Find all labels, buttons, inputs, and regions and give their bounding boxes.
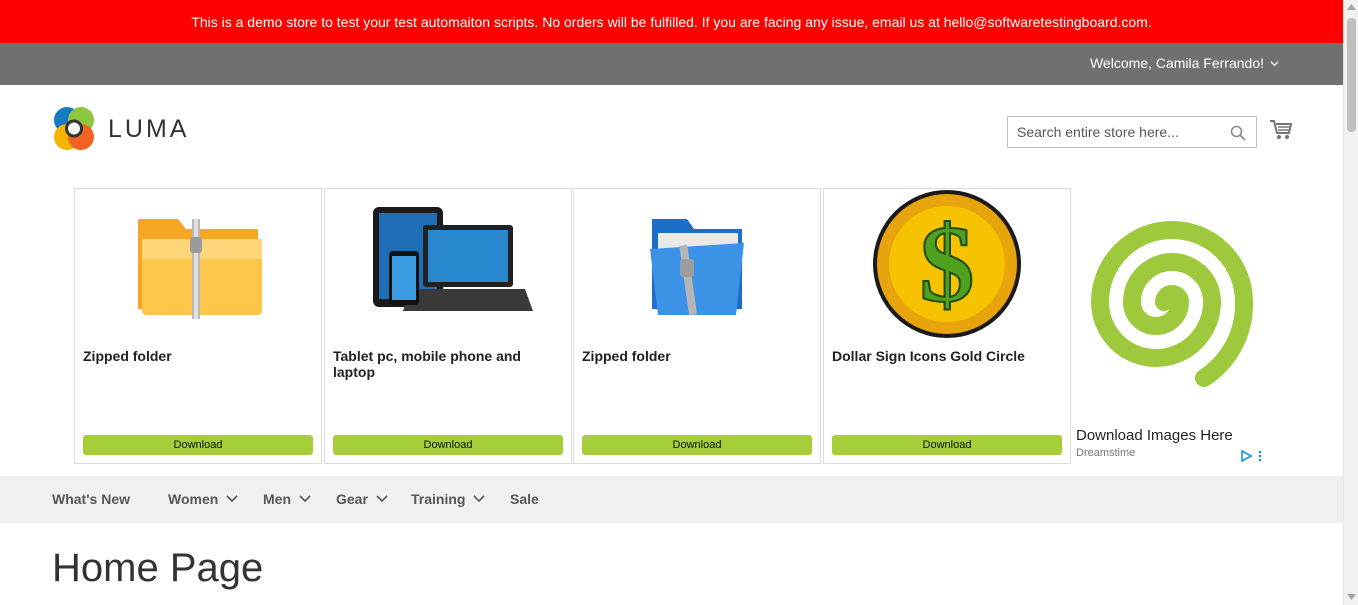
zipped-folder-image [574,189,820,339]
ad-card[interactable]: Tablet pc, mobile phone and laptop Downl… [324,188,572,464]
download-button[interactable]: Download [582,435,812,455]
download-button[interactable]: Download [333,435,563,455]
panel-header: Welcome, Camila Ferrando! [0,43,1343,85]
nav-label: Training [411,491,466,507]
adchoices-icon[interactable] [1240,450,1252,462]
side-ad[interactable]: Download Images Here Dreamstime [1074,188,1274,466]
ad-card[interactable]: Zipped folder Download [74,188,322,464]
ad-banner: Zipped folder Download Tablet pc, mobile… [74,188,1274,466]
search-input[interactable] [1008,118,1218,146]
nav-label: What's New [52,491,131,507]
nav-item-sale[interactable]: Sale [510,491,539,507]
more-options-icon[interactable] [1258,450,1262,462]
ad-brand: Dreamstime [1076,447,1136,459]
search-box[interactable] [1007,116,1257,148]
ad-card[interactable]: Zipped folder Download [573,188,821,464]
main-navigation: What's New Women Men Gear Training Sale [0,476,1343,523]
demo-store-banner: This is a demo store to test your test a… [0,0,1343,43]
ad-card[interactable]: $ Dollar Sign Icons Gold Circle Download [823,188,1071,464]
search-icon[interactable] [1230,125,1246,141]
vertical-scrollbar[interactable] [1343,0,1358,605]
scroll-up-icon[interactable] [1347,4,1356,10]
nav-label: Women [168,491,219,507]
chevron-down-icon [226,495,238,503]
chevron-down-icon [299,495,311,503]
luma-logo[interactable]: LUMA [52,106,189,152]
nav-item-whats-new[interactable]: What's New [52,491,130,507]
nav-label: Gear [336,491,368,507]
welcome-text: Welcome, Camila Ferrando! [1089,55,1264,71]
ad-title: Zipped folder [582,348,671,364]
dollar-coin-image: $ [824,189,1070,339]
banner-text: This is a demo store to test your test a… [191,13,1152,30]
svg-text:$: $ [920,203,975,325]
zipped-folder-image [75,189,321,339]
scroll-down-icon[interactable] [1347,594,1356,600]
luma-logo-icon [54,107,94,150]
nav-item-women[interactable]: Women [168,491,238,507]
nav-item-men[interactable]: Men [263,491,311,507]
chevron-down-icon [1270,60,1279,66]
download-button[interactable]: Download [832,435,1062,455]
scrollbar-thumb[interactable] [1347,18,1356,132]
page-title: Home Page [52,546,264,590]
ad-title: Zipped folder [83,348,172,364]
nav-label: Sale [510,491,539,507]
green-spiral-image [1090,221,1254,387]
customer-welcome-menu[interactable]: Welcome, Camila Ferrando! [1090,55,1279,71]
devices-image [325,189,571,339]
chevron-down-icon [376,495,388,503]
ad-headline[interactable]: Download Images Here [1076,427,1233,444]
download-button[interactable]: Download [83,435,313,455]
nav-item-gear[interactable]: Gear [336,491,388,507]
logo-text: LUMA [108,114,190,143]
ad-title: Tablet pc, mobile phone and laptop [333,348,521,380]
ad-title: Dollar Sign Icons Gold Circle [832,348,1025,364]
cart-icon[interactable] [1269,119,1293,141]
nav-label: Men [263,491,291,507]
chevron-down-icon [473,495,486,503]
nav-item-training[interactable]: Training [411,491,486,507]
